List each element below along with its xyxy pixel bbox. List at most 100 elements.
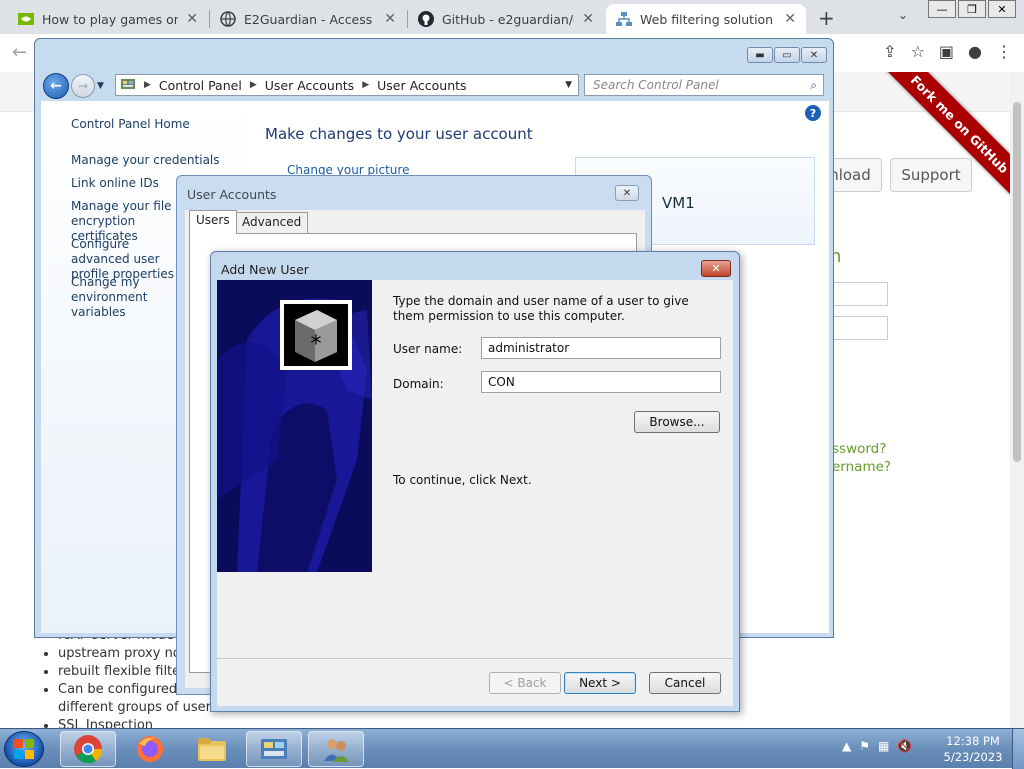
dialog-title: User Accounts: [187, 187, 277, 202]
search-input[interactable]: Search Control Panel ⌕: [584, 74, 824, 96]
continue-text: To continue, click Next.: [393, 473, 532, 487]
close-button[interactable]: ✕: [801, 47, 827, 63]
control-panel-icon: [120, 76, 136, 95]
nav-buttons: ← → ▼: [43, 73, 104, 99]
show-desktop-button[interactable]: [1012, 729, 1024, 769]
close-icon[interactable]: ✕: [186, 11, 198, 27]
taskbar-user-accounts[interactable]: [308, 731, 364, 767]
tab-advanced[interactable]: Advanced: [235, 212, 309, 234]
breadcrumb-control-panel[interactable]: Control Panel: [159, 78, 242, 93]
network-icon: [616, 11, 632, 27]
breadcrumb-user-accounts-current[interactable]: User Accounts: [377, 78, 466, 93]
bookmark-star-icon[interactable]: ☆: [911, 42, 925, 61]
cancel-button[interactable]: Cancel: [649, 672, 721, 694]
folder-icon: [198, 738, 226, 761]
close-icon[interactable]: ✕: [384, 11, 396, 27]
tab-title: How to play games on Ge: [42, 11, 179, 27]
profile-avatar-icon[interactable]: ●: [968, 42, 982, 61]
taskbar: ▲ ⚑ ▦ 🔇 12:38 PM 5/23/2023: [0, 728, 1024, 769]
username-field[interactable]: administrator: [481, 337, 721, 359]
github-icon: [418, 11, 434, 27]
browser-tab-strip: How to play games on Ge ✕ E2Guardian - A…: [0, 0, 1024, 34]
back-button[interactable]: < Back: [489, 672, 561, 694]
tab-e2guardian-denied[interactable]: E2Guardian - Access Deni ✕: [210, 4, 406, 34]
tab-github[interactable]: GitHub - e2guardian/e2g ✕: [408, 4, 604, 34]
close-button[interactable]: ✕: [988, 0, 1016, 18]
wizard-banner-image: *: [217, 280, 372, 572]
close-button[interactable]: ✕: [615, 185, 639, 201]
users-icon: [324, 739, 349, 762]
taskbar-control-panel[interactable]: [246, 731, 302, 767]
clock-date: 5/23/2023: [943, 750, 1003, 764]
control-panel-icon: [261, 739, 287, 759]
sidebar-item-manage-credentials[interactable]: Manage your credentials: [71, 153, 241, 168]
close-icon[interactable]: ✕: [582, 11, 594, 27]
page-scrollbar[interactable]: [1010, 72, 1024, 728]
menu-kebab-icon[interactable]: ⋮: [996, 42, 1012, 61]
chevron-right-icon: ▶: [249, 80, 257, 90]
user-name: VM1: [662, 194, 695, 212]
taskbar-firefox[interactable]: [122, 731, 178, 767]
tab-how-to-play[interactable]: How to play games on Ge ✕: [8, 4, 208, 34]
domain-label: Domain:: [393, 377, 444, 391]
share-icon[interactable]: ⇪: [883, 42, 896, 61]
search-icon: ⌕: [810, 77, 817, 92]
system-tray: ▲ ⚑ ▦ 🔇: [842, 739, 912, 753]
forward-arrow-icon[interactable]: →: [71, 74, 95, 98]
domain-field[interactable]: CON: [481, 371, 721, 393]
system-clock[interactable]: 12:38 PM 5/23/2023: [940, 733, 1006, 765]
instructions-text: Type the domain and user name of a user …: [393, 294, 689, 323]
minimize-button[interactable]: ▬: [747, 47, 773, 63]
toolbar-actions: ⇪ ☆ ▣ ● ⋮: [883, 42, 1012, 61]
tab-title: E2Guardian - Access Deni: [244, 11, 376, 27]
search-placeholder: Search Control Panel: [593, 78, 719, 92]
close-button[interactable]: ✕: [701, 260, 731, 277]
next-button[interactable]: Next >: [564, 672, 636, 694]
restore-button[interactable]: ❐: [958, 0, 986, 18]
globe-icon: [220, 11, 236, 27]
show-hidden-icons-arrow[interactable]: ▲: [842, 739, 851, 753]
clock-time: 12:38 PM: [946, 734, 1000, 748]
back-arrow-icon[interactable]: ←: [12, 42, 27, 63]
new-tab-button[interactable]: +: [818, 6, 835, 30]
login-username-input[interactable]: [830, 282, 888, 306]
window-controls: ▬ ▭ ✕: [747, 47, 827, 63]
back-arrow-icon[interactable]: ←: [43, 73, 69, 99]
chevron-down-icon[interactable]: ▼: [565, 80, 572, 90]
address-bar[interactable]: ▶ Control Panel ▶ User Accounts ▶ User A…: [115, 74, 579, 96]
add-new-user-dialog: Add New User ✕ * Type the domain and use…: [210, 251, 740, 712]
start-button[interactable]: [4, 731, 44, 767]
minimize-button[interactable]: —: [928, 0, 956, 18]
browse-button[interactable]: Browse...: [634, 411, 720, 433]
tab-title: GitHub - e2guardian/e2g: [442, 11, 574, 27]
maximize-button[interactable]: ▭: [774, 47, 800, 63]
recent-pages-dropdown[interactable]: ▼: [97, 81, 104, 91]
support-button[interactable]: Support: [890, 158, 972, 192]
network-icon[interactable]: ▦: [878, 739, 889, 753]
tab-web-filtering[interactable]: Web filtering solution ✕: [606, 4, 806, 34]
breadcrumb-user-accounts[interactable]: User Accounts: [265, 78, 354, 93]
action-center-flag-icon[interactable]: ⚑: [859, 739, 870, 753]
dialog-body: * Type the domain and user name of a use…: [217, 280, 733, 706]
close-icon[interactable]: ✕: [784, 11, 796, 27]
chrome-icon: [74, 735, 103, 764]
scrollbar-thumb[interactable]: [1013, 102, 1021, 462]
help-icon[interactable]: ?: [805, 105, 821, 121]
login-password-input[interactable]: [830, 316, 888, 340]
side-panel-icon[interactable]: ▣: [939, 42, 954, 61]
footer-divider: [217, 658, 733, 659]
dialog-title: Add New User: [221, 262, 309, 277]
forgot-password-link[interactable]: ssword?: [832, 441, 886, 457]
page-title: Make changes to your user account: [265, 125, 533, 143]
sidebar-item-environment-variables[interactable]: Change my environment variables: [71, 275, 181, 320]
tab-search-button[interactable]: ⌄: [898, 8, 908, 22]
sidebar-item-control-panel-home[interactable]: Control Panel Home: [71, 117, 241, 132]
windows-logo-icon: [14, 739, 34, 759]
tab-users[interactable]: Users: [189, 210, 237, 234]
volume-muted-icon[interactable]: 🔇: [897, 739, 912, 753]
chevron-right-icon: ▶: [144, 80, 151, 90]
forgot-username-link[interactable]: ername?: [832, 459, 891, 475]
chevron-right-icon: ▶: [362, 80, 370, 90]
taskbar-explorer[interactable]: [184, 731, 240, 767]
taskbar-chrome[interactable]: [60, 731, 116, 767]
